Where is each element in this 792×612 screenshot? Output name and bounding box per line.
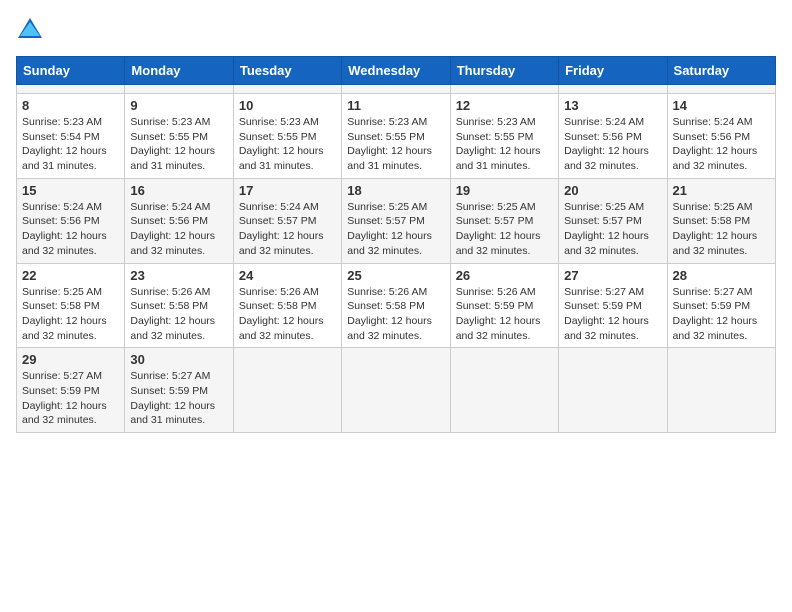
header-tuesday: Tuesday <box>233 57 341 85</box>
calendar-cell <box>667 348 775 433</box>
day-detail: Sunrise: 5:27 AMSunset: 5:59 PMDaylight:… <box>22 369 119 428</box>
calendar-cell: 25 Sunrise: 5:26 AMSunset: 5:58 PMDayligh… <box>342 263 450 348</box>
day-detail: Sunrise: 5:23 AMSunset: 5:55 PMDaylight:… <box>347 115 444 174</box>
header-friday: Friday <box>559 57 667 85</box>
calendar-cell: 28 Sunrise: 5:27 AMSunset: 5:59 PMDayligh… <box>667 263 775 348</box>
logo <box>16 16 48 44</box>
day-number: 26 <box>456 268 553 283</box>
calendar-cell: 23 Sunrise: 5:26 AMSunset: 5:58 PMDayligh… <box>125 263 233 348</box>
calendar-cell: 22 Sunrise: 5:25 AMSunset: 5:58 PMDayligh… <box>17 263 125 348</box>
day-detail: Sunrise: 5:26 AMSunset: 5:58 PMDaylight:… <box>347 285 444 344</box>
day-detail: Sunrise: 5:27 AMSunset: 5:59 PMDaylight:… <box>564 285 661 344</box>
day-detail: Sunrise: 5:25 AMSunset: 5:57 PMDaylight:… <box>456 200 553 259</box>
calendar-week-row <box>17 85 776 94</box>
day-number: 12 <box>456 98 553 113</box>
calendar-cell: 11 Sunrise: 5:23 AMSunset: 5:55 PMDayligh… <box>342 94 450 179</box>
calendar-cell <box>342 348 450 433</box>
day-detail: Sunrise: 5:25 AMSunset: 5:58 PMDaylight:… <box>673 200 770 259</box>
day-detail: Sunrise: 5:25 AMSunset: 5:58 PMDaylight:… <box>22 285 119 344</box>
calendar-cell <box>233 85 341 94</box>
calendar-cell <box>667 85 775 94</box>
day-number: 16 <box>130 183 227 198</box>
day-number: 18 <box>347 183 444 198</box>
day-detail: Sunrise: 5:23 AMSunset: 5:55 PMDaylight:… <box>456 115 553 174</box>
calendar-cell: 26 Sunrise: 5:26 AMSunset: 5:59 PMDayligh… <box>450 263 558 348</box>
calendar-cell: 13 Sunrise: 5:24 AMSunset: 5:56 PMDayligh… <box>559 94 667 179</box>
calendar-cell: 30 Sunrise: 5:27 AMSunset: 5:59 PMDayligh… <box>125 348 233 433</box>
calendar-cell <box>17 85 125 94</box>
calendar-cell: 24 Sunrise: 5:26 AMSunset: 5:58 PMDayligh… <box>233 263 341 348</box>
day-number: 10 <box>239 98 336 113</box>
header-monday: Monday <box>125 57 233 85</box>
calendar-cell: 21 Sunrise: 5:25 AMSunset: 5:58 PMDayligh… <box>667 178 775 263</box>
calendar-cell: 10 Sunrise: 5:23 AMSunset: 5:55 PMDayligh… <box>233 94 341 179</box>
calendar-cell: 27 Sunrise: 5:27 AMSunset: 5:59 PMDayligh… <box>559 263 667 348</box>
header-saturday: Saturday <box>667 57 775 85</box>
calendar-week-row: 15 Sunrise: 5:24 AMSunset: 5:56 PMDayligh… <box>17 178 776 263</box>
day-detail: Sunrise: 5:26 AMSunset: 5:58 PMDaylight:… <box>130 285 227 344</box>
day-number: 27 <box>564 268 661 283</box>
calendar-table: SundayMondayTuesdayWednesdayThursdayFrid… <box>16 56 776 433</box>
calendar-cell: 16 Sunrise: 5:24 AMSunset: 5:56 PMDayligh… <box>125 178 233 263</box>
day-detail: Sunrise: 5:25 AMSunset: 5:57 PMDaylight:… <box>564 200 661 259</box>
day-number: 17 <box>239 183 336 198</box>
day-number: 8 <box>22 98 119 113</box>
day-number: 28 <box>673 268 770 283</box>
calendar-header-row: SundayMondayTuesdayWednesdayThursdayFrid… <box>17 57 776 85</box>
day-detail: Sunrise: 5:25 AMSunset: 5:57 PMDaylight:… <box>347 200 444 259</box>
calendar-cell: 12 Sunrise: 5:23 AMSunset: 5:55 PMDayligh… <box>450 94 558 179</box>
header <box>16 16 776 44</box>
calendar-week-row: 8 Sunrise: 5:23 AMSunset: 5:54 PMDaylight… <box>17 94 776 179</box>
day-number: 13 <box>564 98 661 113</box>
day-detail: Sunrise: 5:23 AMSunset: 5:54 PMDaylight:… <box>22 115 119 174</box>
calendar-cell: 14 Sunrise: 5:24 AMSunset: 5:56 PMDayligh… <box>667 94 775 179</box>
day-detail: Sunrise: 5:23 AMSunset: 5:55 PMDaylight:… <box>130 115 227 174</box>
day-number: 30 <box>130 352 227 367</box>
day-number: 22 <box>22 268 119 283</box>
calendar-cell <box>559 348 667 433</box>
calendar-cell <box>450 85 558 94</box>
calendar-week-row: 22 Sunrise: 5:25 AMSunset: 5:58 PMDayligh… <box>17 263 776 348</box>
day-detail: Sunrise: 5:27 AMSunset: 5:59 PMDaylight:… <box>673 285 770 344</box>
calendar-cell: 18 Sunrise: 5:25 AMSunset: 5:57 PMDayligh… <box>342 178 450 263</box>
calendar-cell: 8 Sunrise: 5:23 AMSunset: 5:54 PMDaylight… <box>17 94 125 179</box>
calendar-cell: 9 Sunrise: 5:23 AMSunset: 5:55 PMDaylight… <box>125 94 233 179</box>
logo-icon <box>16 16 44 44</box>
day-detail: Sunrise: 5:24 AMSunset: 5:56 PMDaylight:… <box>22 200 119 259</box>
day-detail: Sunrise: 5:24 AMSunset: 5:56 PMDaylight:… <box>130 200 227 259</box>
day-number: 29 <box>22 352 119 367</box>
day-detail: Sunrise: 5:24 AMSunset: 5:57 PMDaylight:… <box>239 200 336 259</box>
day-number: 14 <box>673 98 770 113</box>
day-number: 21 <box>673 183 770 198</box>
calendar-cell <box>233 348 341 433</box>
calendar-week-row: 29 Sunrise: 5:27 AMSunset: 5:59 PMDayligh… <box>17 348 776 433</box>
day-number: 19 <box>456 183 553 198</box>
calendar-cell: 19 Sunrise: 5:25 AMSunset: 5:57 PMDayligh… <box>450 178 558 263</box>
calendar-cell: 15 Sunrise: 5:24 AMSunset: 5:56 PMDayligh… <box>17 178 125 263</box>
day-number: 24 <box>239 268 336 283</box>
day-number: 25 <box>347 268 444 283</box>
day-detail: Sunrise: 5:24 AMSunset: 5:56 PMDaylight:… <box>673 115 770 174</box>
calendar-cell: 17 Sunrise: 5:24 AMSunset: 5:57 PMDayligh… <box>233 178 341 263</box>
day-detail: Sunrise: 5:26 AMSunset: 5:58 PMDaylight:… <box>239 285 336 344</box>
calendar-cell <box>559 85 667 94</box>
day-detail: Sunrise: 5:23 AMSunset: 5:55 PMDaylight:… <box>239 115 336 174</box>
day-number: 11 <box>347 98 444 113</box>
day-number: 23 <box>130 268 227 283</box>
header-wednesday: Wednesday <box>342 57 450 85</box>
calendar-cell <box>450 348 558 433</box>
day-number: 15 <box>22 183 119 198</box>
header-thursday: Thursday <box>450 57 558 85</box>
day-detail: Sunrise: 5:27 AMSunset: 5:59 PMDaylight:… <box>130 369 227 428</box>
calendar-cell <box>125 85 233 94</box>
calendar-cell <box>342 85 450 94</box>
calendar-cell: 20 Sunrise: 5:25 AMSunset: 5:57 PMDayligh… <box>559 178 667 263</box>
day-detail: Sunrise: 5:24 AMSunset: 5:56 PMDaylight:… <box>564 115 661 174</box>
calendar-cell: 29 Sunrise: 5:27 AMSunset: 5:59 PMDayligh… <box>17 348 125 433</box>
day-number: 20 <box>564 183 661 198</box>
day-number: 9 <box>130 98 227 113</box>
header-sunday: Sunday <box>17 57 125 85</box>
day-detail: Sunrise: 5:26 AMSunset: 5:59 PMDaylight:… <box>456 285 553 344</box>
